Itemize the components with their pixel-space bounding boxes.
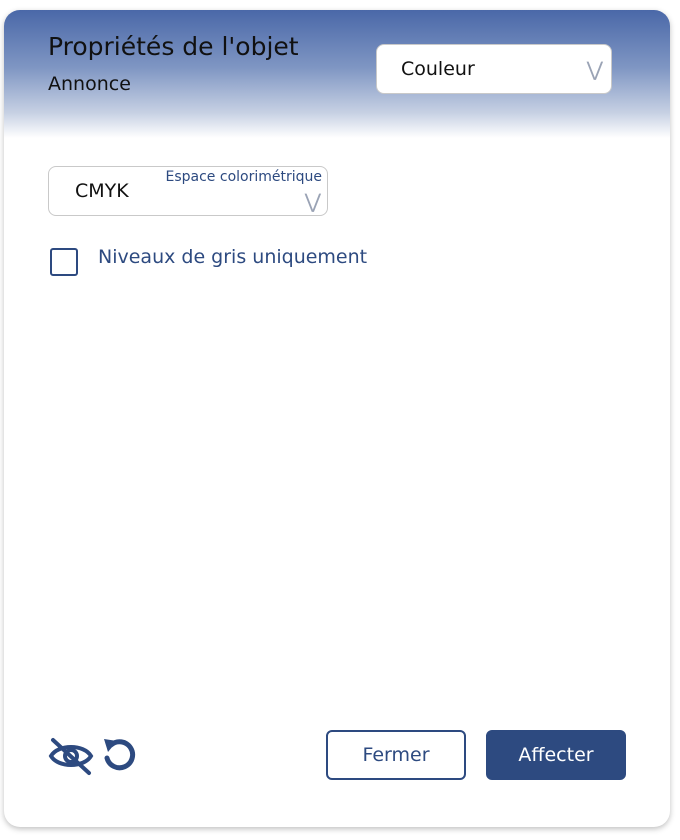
section-select[interactable]: Couleur ⋁: [376, 44, 612, 94]
color-space-label: Espace colorimétrique: [165, 169, 323, 185]
panel-subtitle: Annonce: [48, 73, 131, 95]
object-properties-panel: Propriétés de l'objet Annonce Couleur ⋁ …: [4, 10, 670, 827]
undo-icon[interactable]: [100, 736, 140, 776]
chevron-down-icon: ⋁: [586, 57, 603, 81]
panel-title: Propriétés de l'objet: [48, 32, 299, 61]
eye-slash-icon[interactable]: [48, 736, 94, 776]
chevron-down-icon: ⋁: [304, 189, 321, 213]
grayscale-checkbox[interactable]: [50, 248, 78, 276]
grayscale-checkbox-label[interactable]: Niveaux de gris uniquement: [98, 246, 367, 268]
apply-button[interactable]: Affecter: [486, 730, 626, 780]
panel-header: Propriétés de l'objet Annonce Couleur ⋁: [4, 10, 670, 138]
section-select-value: Couleur: [401, 58, 475, 80]
color-space-select[interactable]: Espace colorimétrique CMYK ⋁: [48, 166, 328, 216]
color-space-value: CMYK: [75, 180, 129, 202]
close-button[interactable]: Fermer: [326, 730, 466, 780]
